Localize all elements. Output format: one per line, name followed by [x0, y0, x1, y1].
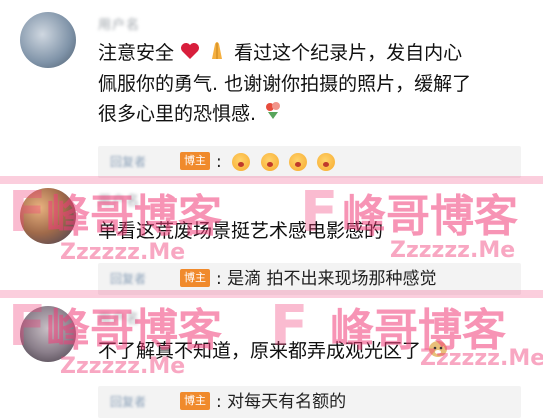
- comment-text-line-2: 看过这个纪录片，发自内心: [234, 42, 463, 64]
- comment-text-line-1: 注意安全: [98, 42, 175, 64]
- author-badge: 博主: [180, 269, 210, 287]
- reply-username[interactable]: 回复者: [110, 393, 146, 410]
- username[interactable]: 用户名: [98, 308, 140, 327]
- comment-text-line-3: 佩服你的勇气. 也谢谢你拍摄的照片，缓解了: [98, 72, 472, 95]
- reply-colon: :: [216, 152, 222, 172]
- comment-text: 不了解真不知道，原来都弄成观光区了: [98, 336, 527, 367]
- kiss-emoji-icon: [260, 153, 279, 171]
- reply-text: : 对每天有名额的: [216, 392, 347, 412]
- reply-text: : 是滴 拍不出来现场那种感觉: [216, 269, 437, 289]
- comment-text-body: 不了解真不知道，原来都弄成观光区了: [98, 340, 422, 362]
- pray-icon: [206, 39, 228, 69]
- watermark-band: [0, 290, 543, 298]
- author-badge: 博主: [180, 152, 210, 170]
- avatar[interactable]: [20, 306, 76, 362]
- watermark-band: [0, 176, 543, 184]
- reply-username[interactable]: 回复者: [110, 153, 146, 170]
- comment-text-line-4: 很多心里的恐惧感.: [98, 102, 257, 125]
- doge-emoji-icon: [427, 337, 449, 367]
- comment-text: 单看这荒废场景挺艺术感电影感的: [98, 220, 384, 242]
- comment-3: 用户名 不了解真不知道，原来都弄成观光区了 回复者 博主 : 对每天有名额的: [0, 296, 543, 418]
- comment-1: 用户名 注意安全 看过这个纪录片，发自内心 佩服你的勇气. 也谢谢你拍摄的照片，…: [0, 0, 543, 178]
- kiss-emoji-icon: [317, 153, 336, 171]
- reply-box[interactable]: 回复者 博主 : 对每天有名额的: [98, 386, 521, 418]
- reply-box[interactable]: 回复者 博主 :: [98, 146, 521, 178]
- author-badge: 博主: [180, 392, 210, 410]
- username[interactable]: 用户名: [98, 190, 140, 209]
- heart-icon: [180, 39, 200, 69]
- bouquet-icon: [262, 99, 284, 129]
- avatar[interactable]: [20, 12, 76, 68]
- comment-2: 用户名 单看这荒废场景挺艺术感电影感的 回复者 博主 : 是滴 拍不出来现场那种…: [0, 178, 543, 295]
- kiss-emoji-icon: [232, 153, 251, 171]
- username[interactable]: 用户名: [98, 14, 140, 33]
- comment-text: 注意安全 看过这个纪录片，发自内心 佩服你的勇气. 也谢谢你拍摄的照片，缓解了 …: [98, 38, 527, 129]
- avatar[interactable]: [20, 188, 76, 244]
- reply-username[interactable]: 回复者: [110, 270, 146, 287]
- kiss-emoji-icon: [288, 153, 307, 171]
- reply-text: :: [216, 149, 336, 175]
